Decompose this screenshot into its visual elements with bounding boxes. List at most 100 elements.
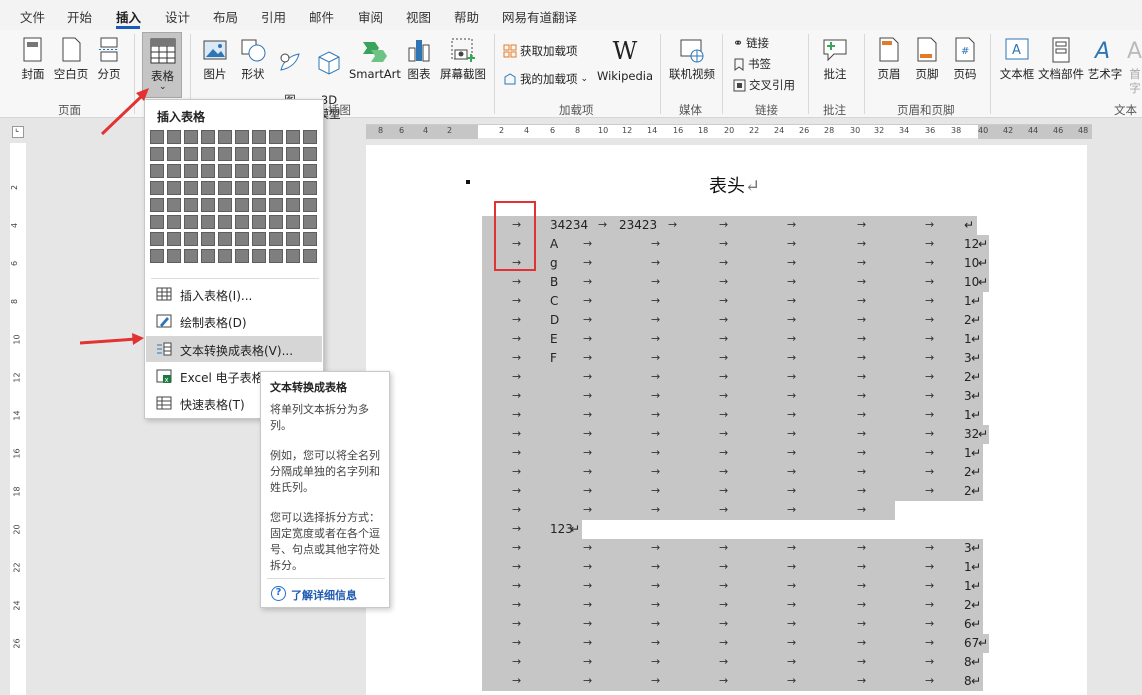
grid-cell[interactable] — [269, 147, 283, 161]
my-addins-button[interactable]: 我的加载项 ⌄ — [503, 71, 588, 87]
grid-cell[interactable] — [150, 198, 164, 212]
grid-cell[interactable] — [269, 198, 283, 212]
grid-cell[interactable] — [150, 147, 164, 161]
grid-cell[interactable] — [303, 198, 317, 212]
grid-cell[interactable] — [201, 198, 215, 212]
grid-cell[interactable] — [286, 164, 300, 178]
table-row[interactable] — [482, 615, 983, 634]
table-row[interactable] — [482, 634, 989, 653]
grid-cell[interactable] — [150, 232, 164, 246]
grid-cell[interactable] — [167, 164, 181, 178]
table-row[interactable] — [482, 653, 983, 672]
shapes-button[interactable]: 形状 — [236, 36, 270, 81]
blank-page-button[interactable]: 空白页 — [52, 36, 90, 81]
grid-cell[interactable] — [269, 232, 283, 246]
grid-cell[interactable] — [184, 215, 198, 229]
grid-cell[interactable] — [235, 215, 249, 229]
page-number-button[interactable]: # 页码 — [948, 36, 982, 81]
grid-cell[interactable] — [252, 249, 266, 263]
grid-cell[interactable] — [286, 130, 300, 144]
grid-cell[interactable] — [303, 147, 317, 161]
grid-cell[interactable] — [218, 130, 232, 144]
table-row[interactable] — [482, 596, 983, 615]
grid-cell[interactable] — [201, 232, 215, 246]
smartart-button[interactable]: SmartArt — [349, 36, 401, 81]
grid-cell[interactable] — [286, 147, 300, 161]
grid-cell[interactable] — [201, 147, 215, 161]
table-row[interactable] — [482, 368, 983, 387]
grid-cell[interactable] — [252, 232, 266, 246]
grid-cell[interactable] — [235, 249, 249, 263]
grid-cell[interactable] — [201, 130, 215, 144]
table-row[interactable] — [482, 406, 983, 425]
grid-cell[interactable] — [150, 181, 164, 195]
tab-home[interactable]: 开始 — [67, 7, 92, 26]
grid-cell[interactable] — [303, 130, 317, 144]
grid-cell[interactable] — [269, 130, 283, 144]
table-row[interactable] — [482, 539, 983, 558]
header-button[interactable]: 页眉 — [872, 36, 906, 81]
grid-cell[interactable] — [235, 164, 249, 178]
grid-cell[interactable] — [167, 232, 181, 246]
grid-cell[interactable] — [184, 198, 198, 212]
grid-cell[interactable] — [167, 147, 181, 161]
grid-cell[interactable] — [184, 130, 198, 144]
grid-cell[interactable] — [252, 130, 266, 144]
grid-cell[interactable] — [150, 164, 164, 178]
tab-review[interactable]: 审阅 — [358, 7, 383, 26]
grid-cell[interactable] — [269, 164, 283, 178]
grid-cell[interactable] — [269, 215, 283, 229]
grid-cell[interactable] — [201, 164, 215, 178]
grid-cell[interactable] — [218, 164, 232, 178]
grid-cell[interactable] — [269, 181, 283, 195]
grid-cell[interactable] — [286, 232, 300, 246]
grid-cell[interactable] — [235, 130, 249, 144]
cover-page-button[interactable]: 封面 — [14, 36, 52, 81]
grid-cell[interactable] — [218, 232, 232, 246]
screenshot-button[interactable]: 屏幕截图 — [438, 36, 488, 81]
grid-cell[interactable] — [218, 249, 232, 263]
grid-cell[interactable] — [303, 164, 317, 178]
table-row[interactable] — [482, 577, 983, 596]
doc-parts-button[interactable]: 文档部件 — [1038, 36, 1084, 81]
table-row[interactable] — [482, 558, 983, 577]
bookmark-button[interactable]: 书签 — [733, 56, 771, 72]
grid-cell[interactable] — [303, 181, 317, 195]
grid-cell[interactable] — [286, 181, 300, 195]
grid-cell[interactable] — [252, 181, 266, 195]
get-addins-button[interactable]: 获取加载项 — [503, 43, 578, 59]
grid-cell[interactable] — [235, 198, 249, 212]
grid-cell[interactable] — [184, 249, 198, 263]
grid-cell[interactable] — [252, 147, 266, 161]
tab-design[interactable]: 设计 — [165, 7, 190, 26]
footer-button[interactable]: 页脚 — [910, 36, 944, 81]
dropcap-button[interactable]: A 首字 — [1124, 36, 1142, 95]
grid-cell[interactable] — [286, 198, 300, 212]
table-row[interactable] — [482, 482, 983, 501]
tab-help[interactable]: 帮助 — [454, 7, 479, 26]
tab-youdao[interactable]: 网易有道翻译 — [502, 7, 577, 26]
grid-cell[interactable] — [218, 147, 232, 161]
grid-cell[interactable] — [218, 181, 232, 195]
grid-cell[interactable] — [201, 215, 215, 229]
grid-cell[interactable] — [167, 215, 181, 229]
online-video-button[interactable]: 联机视频 — [667, 36, 717, 81]
table-row[interactable] — [482, 501, 895, 520]
grid-cell[interactable] — [303, 215, 317, 229]
tab-insert[interactable]: 插入 — [116, 7, 141, 26]
grid-cell[interactable] — [218, 198, 232, 212]
draw-table-item[interactable]: 绘制表格(D) — [146, 308, 322, 334]
grid-cell[interactable] — [269, 249, 283, 263]
page-break-button[interactable]: 分页 — [92, 36, 126, 81]
grid-cell[interactable] — [201, 249, 215, 263]
table-row[interactable] — [482, 672, 983, 691]
grid-cell[interactable] — [167, 249, 181, 263]
cross-reference-button[interactable]: 交叉引用 — [733, 77, 795, 93]
table-row[interactable] — [482, 349, 983, 368]
table-size-grid[interactable] — [150, 130, 320, 268]
wordart-button[interactable]: A 艺术字 — [1086, 36, 1124, 81]
grid-cell[interactable] — [150, 249, 164, 263]
table-row[interactable] — [482, 444, 983, 463]
grid-cell[interactable] — [150, 215, 164, 229]
grid-cell[interactable] — [167, 198, 181, 212]
